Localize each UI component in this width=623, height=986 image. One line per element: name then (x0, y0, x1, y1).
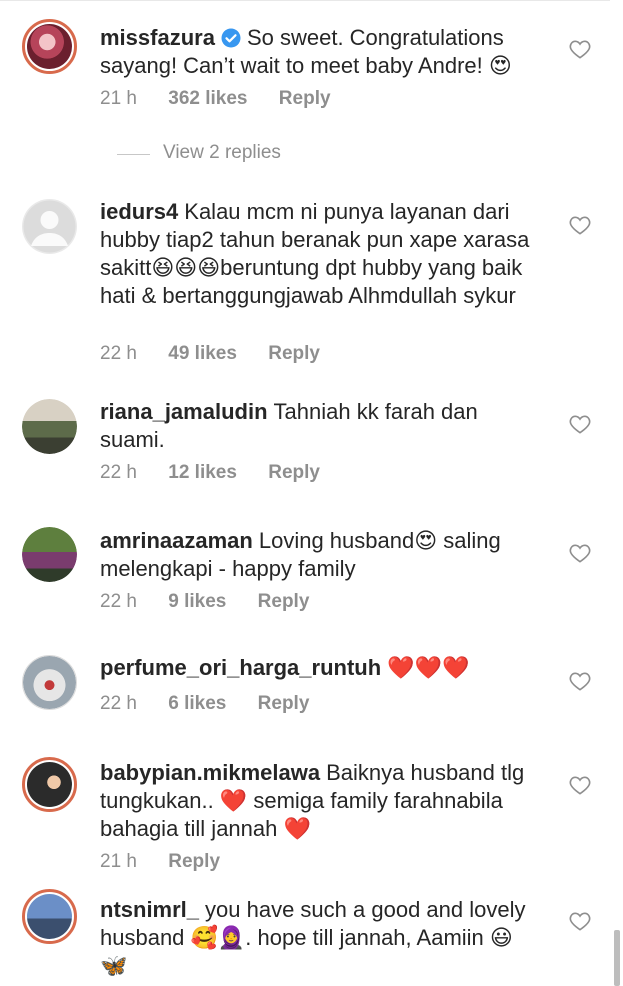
reply-button[interactable]: Reply (268, 343, 320, 364)
heart-outline-icon[interactable] (569, 39, 591, 59)
likes-count[interactable]: 6 likes (168, 693, 226, 714)
comment-body: ❤️❤️❤️ (387, 656, 470, 681)
heart-outline-icon[interactable] (569, 215, 591, 235)
avatar[interactable] (22, 199, 77, 254)
reply-button[interactable]: Reply (268, 462, 320, 483)
view-replies-line (117, 154, 150, 155)
comment-meta: 22 h 6 likes Reply (100, 693, 335, 715)
comment-text: babypian.mikmelawa Baiknya husband tlg tu… (100, 759, 540, 843)
username[interactable]: amrinaazaman (100, 528, 253, 553)
reply-button[interactable]: Reply (258, 693, 310, 714)
top-divider (0, 0, 610, 1)
timestamp: 22 h (100, 693, 137, 714)
comment-text: perfume_ori_harga_runtuh ❤️❤️❤️ (100, 654, 540, 683)
username[interactable]: babypian.mikmelawa (100, 760, 320, 785)
heart-outline-icon[interactable] (569, 671, 591, 691)
timestamp: 22 h (100, 462, 137, 483)
reply-button[interactable]: Reply (258, 591, 310, 612)
scrollbar[interactable] (614, 930, 620, 986)
heart-outline-icon[interactable] (569, 911, 591, 931)
comment-text: amrinaazaman Loving husband😍 saling melen… (100, 527, 540, 583)
comment-text: ntsnimrl_ you have such a good and lovely… (100, 896, 540, 980)
comment-text: riana_jamaludin Tahniah kk farah dan suam… (100, 398, 540, 454)
timestamp: 21 h (100, 851, 137, 872)
avatar[interactable] (22, 527, 77, 582)
username[interactable]: riana_jamaludin (100, 399, 268, 424)
username[interactable]: iedurs4 (100, 199, 178, 224)
comment-meta: 21 h Reply (100, 851, 246, 873)
timestamp: 21 h (100, 88, 137, 109)
reply-button[interactable]: Reply (168, 851, 220, 872)
comment-meta: 21 h 362 likes Reply (100, 88, 357, 110)
comment-text: missfazura So sweet. Congratulations saya… (100, 24, 540, 80)
username[interactable]: missfazura (100, 25, 215, 50)
heart-outline-icon[interactable] (569, 775, 591, 795)
comment-meta: 22 h 12 likes Reply (100, 462, 346, 484)
comment-meta: 22 h 49 likes Reply (100, 343, 346, 365)
heart-outline-icon[interactable] (569, 414, 591, 434)
timestamp: 22 h (100, 591, 137, 612)
comment-meta: 22 h 9 likes Reply (100, 591, 335, 613)
view-replies-button[interactable]: View 2 replies (163, 142, 281, 164)
likes-count[interactable]: 12 likes (168, 462, 237, 483)
avatar[interactable] (22, 19, 77, 74)
likes-count[interactable]: 362 likes (168, 88, 247, 109)
timestamp: 22 h (100, 343, 137, 364)
reply-button[interactable]: Reply (279, 88, 331, 109)
likes-count[interactable]: 49 likes (168, 343, 237, 364)
avatar[interactable] (22, 757, 77, 812)
comment-text: iedurs4 Kalau mcm ni punya layanan dari h… (100, 198, 540, 310)
avatar[interactable] (22, 399, 77, 454)
likes-count[interactable]: 9 likes (168, 591, 226, 612)
username[interactable]: ntsnimrl_ (100, 897, 199, 922)
heart-outline-icon[interactable] (569, 543, 591, 563)
verified-badge-icon (221, 28, 241, 48)
avatar[interactable] (22, 655, 77, 710)
avatar[interactable] (22, 889, 77, 944)
username[interactable]: perfume_ori_harga_runtuh (100, 655, 381, 680)
